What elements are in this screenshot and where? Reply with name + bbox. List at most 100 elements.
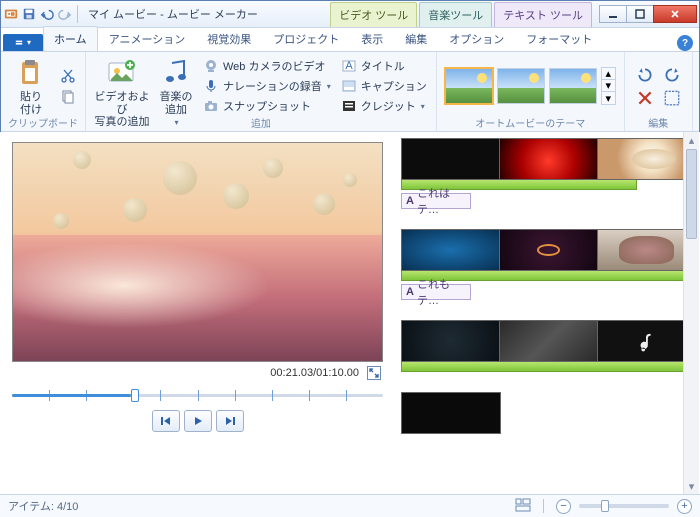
tab-view[interactable]: 表示 [350, 26, 394, 51]
clip[interactable] [597, 229, 696, 271]
seek-thumb[interactable] [131, 389, 139, 402]
zoom-thumb[interactable] [601, 500, 609, 512]
tab-format[interactable]: フォーマット [515, 26, 603, 51]
paste-label: 貼り 付け [20, 91, 42, 116]
transport-controls [12, 410, 383, 432]
clip[interactable] [401, 138, 499, 180]
clip[interactable] [401, 320, 499, 362]
add-media-button[interactable]: ビデオおよび 写真の追加▾ [92, 55, 152, 117]
text-track[interactable]: Aこれはテ… [401, 193, 471, 209]
status-bar: アイテム: 4/10 − + [0, 494, 700, 517]
tab-project[interactable]: プロジェクト [262, 26, 350, 51]
tab-home[interactable]: ホーム [43, 26, 98, 51]
theme-item-3[interactable] [549, 68, 597, 104]
group-themes: ▴▾▾ オートムービーのテーマ [437, 52, 625, 131]
group-label-themes: オートムービーのテーマ [437, 115, 624, 130]
group-share: ▾ ▴▾▾ ムービー の保存▾ サインイン 共有 [693, 52, 700, 131]
ribbon: 貼り 付け クリップボード ビデオおよび 写真の追加▾ 音楽の 追加▾ Web … [1, 52, 699, 132]
group-add: ビデオおよび 写真の追加▾ 音楽の 追加▾ Web カメラのビデオ ナレーション… [86, 52, 437, 131]
save-icon[interactable] [21, 6, 37, 22]
window-buttons [600, 5, 697, 23]
clip[interactable] [401, 392, 501, 434]
seek-bar[interactable] [12, 386, 383, 404]
music-icon [160, 57, 192, 89]
context-tab-text[interactable]: テキスト ツール [494, 2, 592, 27]
window-title: マイ ムービー - ムービー メーカー [88, 6, 258, 22]
clip[interactable] [401, 229, 499, 271]
select-all-button[interactable] [660, 88, 684, 108]
credits-button[interactable]: クレジット▾ [338, 97, 430, 115]
camera-icon [203, 98, 219, 114]
file-tab[interactable]: ▾ [3, 34, 43, 51]
webcam-icon [203, 58, 219, 74]
clip[interactable] [597, 320, 696, 362]
delete-button[interactable] [633, 88, 657, 108]
scroll-up-icon[interactable]: ▴ [684, 132, 699, 148]
copy-button[interactable] [57, 87, 79, 105]
svg-text:A: A [345, 60, 353, 72]
zoom-out-button[interactable]: − [556, 499, 571, 514]
maximize-button[interactable] [626, 5, 654, 23]
title-icon: A [341, 58, 357, 74]
cut-button[interactable] [57, 67, 79, 85]
gallery-more-icon[interactable]: ▾ [602, 92, 615, 104]
zoom-slider[interactable] [579, 504, 669, 508]
tab-options[interactable]: オプション [438, 26, 515, 51]
tab-visual[interactable]: 視覚効果 [196, 26, 262, 51]
scissors-icon [60, 68, 76, 84]
music-track[interactable] [401, 362, 696, 372]
credits-icon [341, 98, 357, 114]
paste-button[interactable]: 貼り 付け [7, 55, 55, 117]
preview-video[interactable] [12, 142, 383, 362]
group-label-clipboard: クリップボード [1, 115, 85, 130]
rotate-right-button[interactable] [660, 65, 684, 85]
redo-icon[interactable] [57, 6, 73, 22]
caption-icon [341, 78, 357, 94]
add-music-button[interactable]: 音楽の 追加▾ [152, 55, 200, 117]
group-label-add: 追加 [86, 115, 436, 130]
scroll-thumb[interactable] [686, 149, 697, 239]
clip-row-4 [401, 392, 696, 434]
theme-gallery: ▴▾▾ [443, 55, 618, 117]
clip[interactable] [499, 320, 597, 362]
help-button[interactable]: ? [677, 35, 693, 51]
title-button[interactable]: Aタイトル [338, 57, 430, 75]
rotate-left-button[interactable] [633, 65, 657, 85]
thumbnail-size-button[interactable] [515, 498, 531, 515]
theme-item-1[interactable] [445, 68, 493, 104]
add-media-icon [106, 57, 138, 89]
fullscreen-button[interactable] [367, 366, 381, 380]
minimize-button[interactable] [599, 5, 627, 23]
clip[interactable] [499, 229, 597, 271]
ribbon-tabs: ▾ ホーム アニメーション 視覚効果 プロジェクト 表示 編集 オプション フォ… [1, 28, 699, 52]
text-track[interactable]: Aこれもテ… [401, 284, 471, 300]
narration-button[interactable]: ナレーションの録音▾ [200, 77, 334, 95]
group-label-share: 共有 [693, 115, 700, 130]
gallery-scroll[interactable]: ▴▾▾ [601, 67, 616, 105]
play-button[interactable] [184, 410, 212, 432]
gallery-down-icon[interactable]: ▾ [602, 80, 615, 92]
tab-animation[interactable]: アニメーション [98, 26, 197, 51]
theme-item-2[interactable] [497, 68, 545, 104]
caption-button[interactable]: キャプション [338, 77, 430, 95]
timeline-pane[interactable]: Aこれはテ… Aこれもテ… [395, 132, 700, 494]
webcam-button[interactable]: Web カメラのビデオ [200, 57, 334, 75]
next-frame-button[interactable] [216, 410, 244, 432]
prev-frame-button[interactable] [152, 410, 180, 432]
quick-access-toolbar [19, 6, 73, 22]
snapshot-button[interactable]: スナップショット [200, 97, 334, 115]
scroll-down-icon[interactable]: ▾ [684, 478, 699, 494]
context-tab-music[interactable]: 音楽ツール [419, 2, 492, 27]
undo-icon[interactable] [39, 6, 55, 22]
vertical-scrollbar[interactable]: ▴ ▾ [683, 132, 699, 494]
clip[interactable] [597, 138, 696, 180]
clip[interactable] [499, 138, 597, 180]
close-button[interactable] [653, 5, 697, 23]
context-tab-video[interactable]: ビデオ ツール [330, 2, 417, 27]
zoom-in-button[interactable]: + [677, 499, 692, 514]
group-clipboard: 貼り 付け クリップボード [1, 52, 86, 131]
preview-pane: 00:21.03/01:10.00 [0, 132, 395, 494]
clip-row-1: Aこれはテ… [401, 138, 696, 209]
tab-edit[interactable]: 編集 [394, 26, 438, 51]
separator [77, 5, 78, 23]
